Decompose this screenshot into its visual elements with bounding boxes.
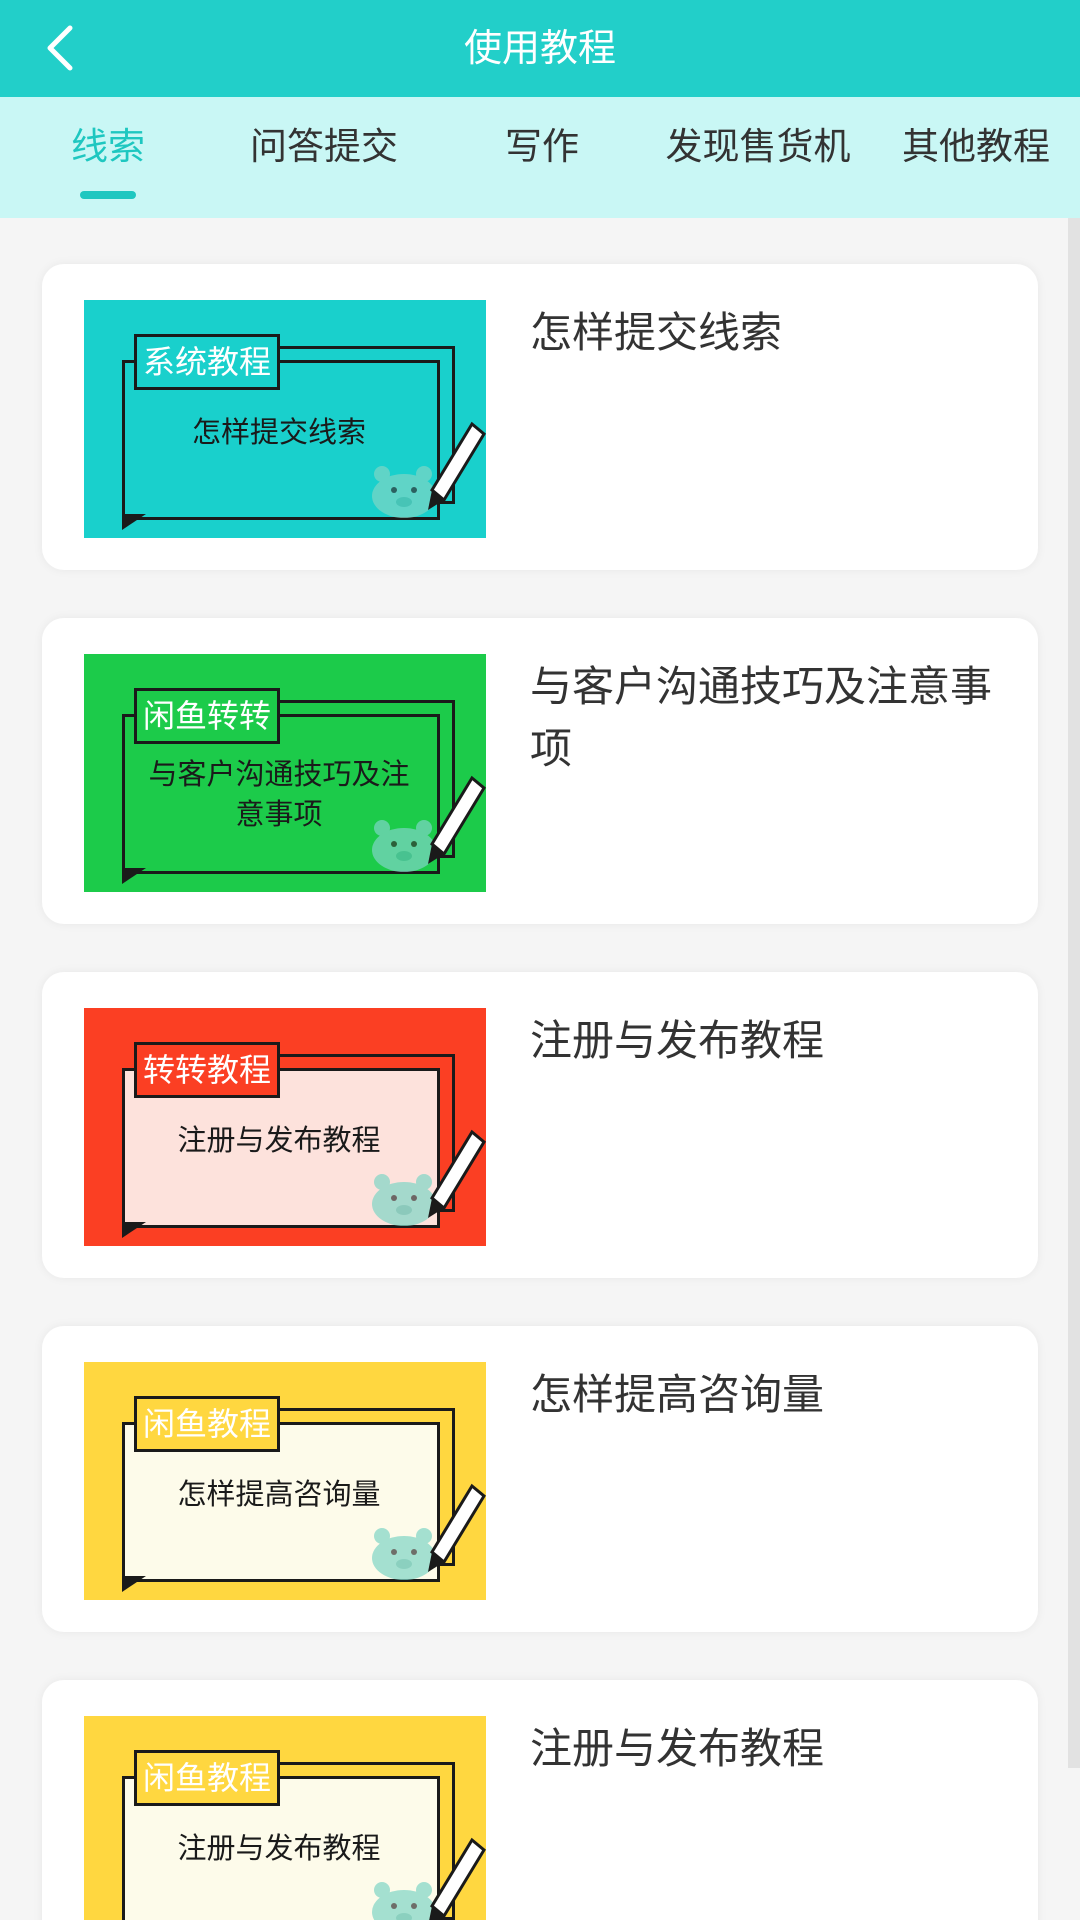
tutorial-title: 注册与发布教程: [530, 1724, 825, 1773]
tutorial-thumbnail: 系统教程 怎样提交线索: [84, 300, 486, 538]
thumb-inner-text: 注册与发布教程: [177, 1831, 381, 1865]
thumb-frame-tail: [122, 868, 146, 884]
tutorial-title: 注册与发布教程: [530, 1016, 825, 1065]
tab-qa-submit[interactable]: 问答提交: [236, 97, 412, 197]
tutorial-card[interactable]: 闲鱼教程 注册与发布教程 注册与发布教程: [42, 1680, 1038, 1920]
tab-other-tutorials[interactable]: 其他教程: [888, 97, 1064, 197]
scrollbar[interactable]: [1068, 218, 1080, 1768]
tutorial-card[interactable]: 闲鱼转转 与客户沟通技巧及注意事项 与客户沟通技巧及注意事项: [42, 618, 1038, 924]
app-header: 使用教程: [0, 0, 1080, 97]
thumb-frame-tail: [122, 1222, 146, 1238]
tutorial-list: 系统教程 怎样提交线索 怎样提交线索 闲鱼转转 与客户沟通技巧及注意事项 与客户…: [0, 218, 1080, 1920]
pencil-icon: [428, 421, 486, 510]
tutorial-title: 与客户沟通技巧及注意事项: [530, 662, 993, 773]
thumb-tag: 转转教程: [134, 1042, 281, 1098]
thumb-frame-tail: [122, 514, 146, 530]
tutorial-title: 怎样提交线索: [530, 308, 783, 357]
page-title: 使用教程: [463, 26, 616, 70]
tutorial-card[interactable]: 闲鱼教程 怎样提高咨询量 怎样提高咨询量: [42, 1326, 1038, 1632]
tab-clues[interactable]: 线索: [62, 97, 154, 197]
pencil-icon: [429, 1837, 486, 1920]
tab-bar: 线索 问答提交 写作 发现售货机 其他教程: [0, 97, 1080, 218]
thumb-inner-text: 怎样提交线索: [191, 415, 366, 449]
tutorial-thumbnail: 闲鱼教程 注册与发布教程: [84, 1716, 486, 1920]
thumb-tag: 系统教程: [134, 334, 281, 390]
tab-writing[interactable]: 写作: [498, 97, 586, 197]
thumb-frame-tail: [122, 1576, 146, 1592]
thumb-inner-text: 注册与发布教程: [177, 1123, 381, 1157]
tutorial-thumbnail: 闲鱼教程 怎样提高咨询量: [84, 1362, 486, 1600]
thumb-tag: 闲鱼转转: [134, 688, 281, 744]
tab-discover-vending[interactable]: 发现售货机: [652, 97, 864, 197]
pencil-icon: [428, 775, 486, 864]
tutorial-thumbnail: 闲鱼转转 与客户沟通技巧及注意事项: [84, 654, 486, 892]
thumb-tag: 闲鱼教程: [134, 1750, 281, 1806]
thumb-inner-text: 怎样提高咨询量: [177, 1477, 381, 1511]
tutorial-card[interactable]: 系统教程 怎样提交线索 怎样提交线索: [42, 264, 1038, 570]
pencil-icon: [428, 1483, 486, 1572]
tutorial-title: 怎样提高咨询量: [530, 1370, 825, 1419]
tutorial-card[interactable]: 转转教程 注册与发布教程 注册与发布教程: [42, 972, 1038, 1278]
thumb-tag: 闲鱼教程: [134, 1396, 281, 1452]
tutorial-thumbnail: 转转教程 注册与发布教程: [84, 1008, 486, 1246]
active-tab-indicator: [80, 191, 136, 199]
pencil-icon: [428, 1129, 486, 1218]
